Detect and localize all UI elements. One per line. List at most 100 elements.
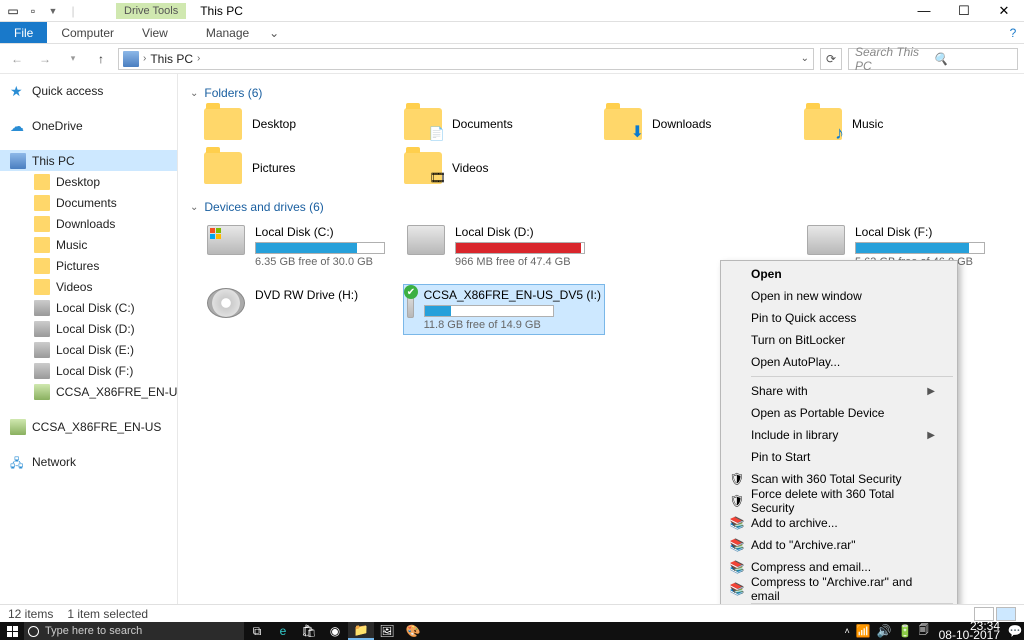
search-input[interactable]: Search This PC 🔍: [848, 48, 1018, 70]
view-tab[interactable]: View: [128, 22, 182, 43]
drive-icon: [807, 225, 845, 255]
sidebar-item-onedrive[interactable]: OneDrive: [0, 115, 177, 136]
ribbon-expand-icon[interactable]: ⌄: [263, 22, 285, 43]
group-header-folders[interactable]: ⌄ Folders (6): [190, 86, 1012, 100]
chevron-down-icon: ⌄: [190, 88, 198, 99]
menu-item[interactable]: 📚Compress to "Archive.rar" and email: [723, 578, 955, 600]
address-bar[interactable]: › This PC › ⌄: [118, 48, 814, 70]
menu-item[interactable]: Open in new window: [723, 285, 955, 307]
folder-icon: [34, 237, 50, 253]
sidebar-item-this-pc[interactable]: This PC: [0, 150, 177, 171]
menu-item[interactable]: 📚Add to archive...: [723, 512, 955, 534]
tray-language-icon[interactable]: 🗐: [919, 623, 929, 640]
sidebar-item-ccsa[interactable]: CCSA_X86FRE_EN-US: [0, 416, 177, 437]
drive-icon: [10, 419, 26, 435]
tray-battery-icon[interactable]: 🔋: [898, 624, 913, 638]
sidebar-item[interactable]: Local Disk (C:): [0, 297, 177, 318]
menu-item-icon: 📚: [729, 581, 745, 597]
usage-bar: [255, 242, 385, 254]
status-bar: 12 items 1 item selected: [0, 604, 1024, 622]
address-dropdown-icon[interactable]: ⌄: [801, 53, 809, 64]
folder-icon: [34, 258, 50, 274]
sidebar-item[interactable]: Local Disk (F:): [0, 360, 177, 381]
folder-item[interactable]: Documents: [404, 108, 604, 140]
tray-chevron-up-icon[interactable]: ˄: [844, 626, 849, 636]
qat-properties-icon[interactable]: ▭: [4, 2, 22, 20]
back-button[interactable]: ←: [6, 48, 28, 70]
taskbar-app-explorer[interactable]: 📁: [348, 622, 374, 640]
menu-item-label: Include in library: [751, 428, 838, 442]
taskbar-clock[interactable]: 23:34 08-10-2017: [933, 622, 1006, 640]
chevron-right-icon[interactable]: ›: [143, 53, 146, 64]
drive-item[interactable]: DVD RW Drive (H:): [204, 285, 404, 334]
qat-new-folder-icon[interactable]: ▫: [24, 2, 42, 20]
task-view-button[interactable]: ⧉: [244, 622, 270, 640]
sidebar-item[interactable]: Videos: [0, 276, 177, 297]
up-button[interactable]: ↑: [90, 48, 112, 70]
minimize-button[interactable]: —: [904, 0, 944, 22]
folder-item[interactable]: Music: [804, 108, 1004, 140]
sidebar-item[interactable]: Local Disk (D:): [0, 318, 177, 339]
drive-name: DVD RW Drive (H:): [255, 288, 401, 302]
usage-bar: [424, 305, 554, 317]
file-tab[interactable]: File: [0, 22, 47, 43]
menu-separator: [751, 603, 953, 604]
sidebar-item[interactable]: Local Disk (E:): [0, 339, 177, 360]
tray-volume-icon[interactable]: 🔊: [877, 624, 892, 638]
start-button[interactable]: [0, 626, 24, 637]
drive-item[interactable]: Local Disk (D:)966 MB free of 47.4 GB: [404, 222, 604, 271]
tray-network-icon[interactable]: 📶: [856, 624, 871, 638]
folder-icon: [404, 152, 442, 184]
taskbar-app-store[interactable]: 🛍: [296, 622, 322, 640]
context-menu: OpenOpen in new windowPin to Quick acces…: [720, 260, 958, 604]
group-header-drives[interactable]: ⌄ Devices and drives (6): [190, 200, 1012, 214]
help-icon[interactable]: ?: [1002, 22, 1024, 43]
close-button[interactable]: ✕: [984, 0, 1024, 22]
sidebar-item[interactable]: Downloads: [0, 213, 177, 234]
sidebar-item[interactable]: Documents: [0, 192, 177, 213]
menu-item[interactable]: Open: [723, 263, 955, 285]
manage-tab[interactable]: Manage: [192, 22, 263, 43]
menu-item-label: Scan with 360 Total Security: [751, 472, 902, 486]
sidebar-item-network[interactable]: Network: [0, 451, 177, 472]
drive-name: Local Disk (D:): [455, 225, 601, 239]
menu-item[interactable]: Pin to Quick access: [723, 307, 955, 329]
menu-item[interactable]: Open as Portable Device: [723, 402, 955, 424]
menu-item[interactable]: Open AutoPlay...: [723, 351, 955, 373]
folder-item[interactable]: Desktop: [204, 108, 404, 140]
folder-icon: [34, 363, 50, 379]
sidebar-item[interactable]: Music: [0, 234, 177, 255]
maximize-button[interactable]: ☐: [944, 0, 984, 22]
recent-locations-icon[interactable]: ▾: [62, 48, 84, 70]
taskbar-app-paint[interactable]: 🎨: [400, 622, 426, 640]
taskbar-app-edge[interactable]: e: [270, 622, 296, 640]
menu-item[interactable]: 📚Add to "Archive.rar": [723, 534, 955, 556]
menu-item-icon: 📚: [729, 559, 745, 575]
folder-icon: [34, 216, 50, 232]
menu-item[interactable]: 🛡Force delete with 360 Total Security: [723, 490, 955, 512]
breadcrumb[interactable]: This PC: [150, 52, 193, 66]
folder-item[interactable]: Videos: [404, 152, 604, 184]
drive-name: Local Disk (F:): [855, 225, 1001, 239]
qat-dropdown-icon[interactable]: ▼: [44, 2, 62, 20]
sidebar-item-quick-access[interactable]: Quick access: [0, 80, 177, 101]
network-icon: [10, 454, 26, 470]
taskbar-app-chrome[interactable]: ◉: [322, 622, 348, 640]
folder-item[interactable]: Pictures: [204, 152, 404, 184]
menu-item[interactable]: Pin to Start: [723, 446, 955, 468]
sidebar-item[interactable]: Desktop: [0, 171, 177, 192]
drive-item[interactable]: CCSA_X86FRE_EN-US_DV5 (I:)11.8 GB free o…: [404, 285, 604, 334]
menu-item[interactable]: Include in library▶: [723, 424, 955, 446]
sidebar-item[interactable]: Pictures: [0, 255, 177, 276]
computer-tab[interactable]: Computer: [47, 22, 128, 43]
menu-item[interactable]: Turn on BitLocker: [723, 329, 955, 351]
taskbar-app-photos[interactable]: 🖼: [374, 622, 400, 640]
refresh-button[interactable]: ⟳: [820, 48, 842, 70]
cortana-search[interactable]: Type here to search: [24, 622, 244, 640]
menu-item[interactable]: Share with▶: [723, 380, 955, 402]
drive-item[interactable]: Local Disk (C:)6.35 GB free of 30.0 GB: [204, 222, 404, 271]
chevron-right-icon[interactable]: ›: [197, 53, 200, 64]
action-center-button[interactable]: 💬: [1006, 622, 1024, 640]
sidebar-item[interactable]: CCSA_X86FRE_EN-U: [0, 381, 177, 402]
folder-item[interactable]: Downloads: [604, 108, 804, 140]
